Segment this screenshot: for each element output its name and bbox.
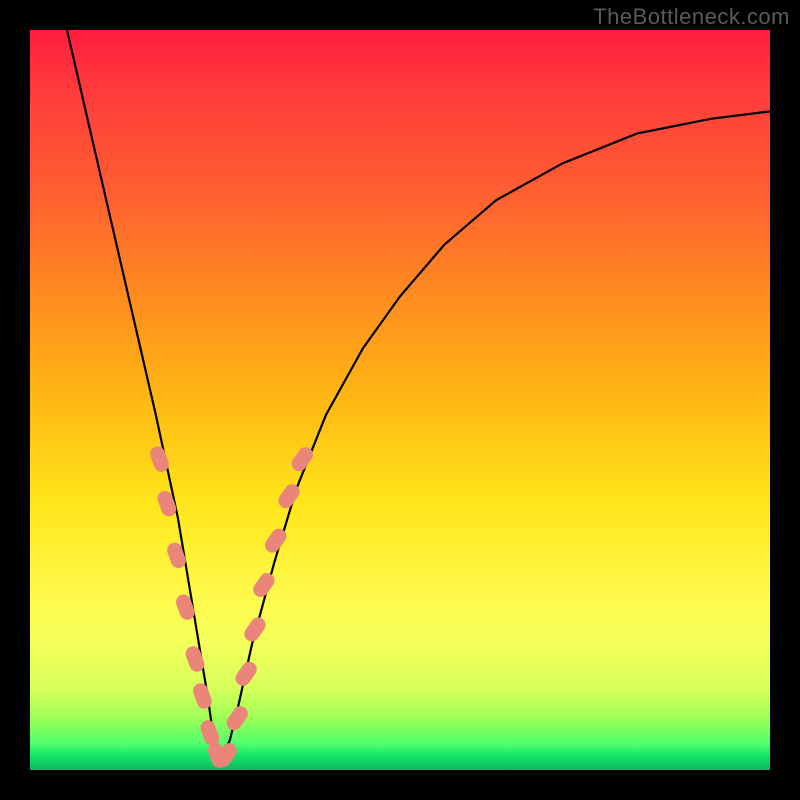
watermark-text: TheBottleneck.com bbox=[593, 4, 790, 30]
outer-frame: TheBottleneck.com bbox=[0, 0, 800, 800]
plot-area bbox=[30, 30, 770, 770]
